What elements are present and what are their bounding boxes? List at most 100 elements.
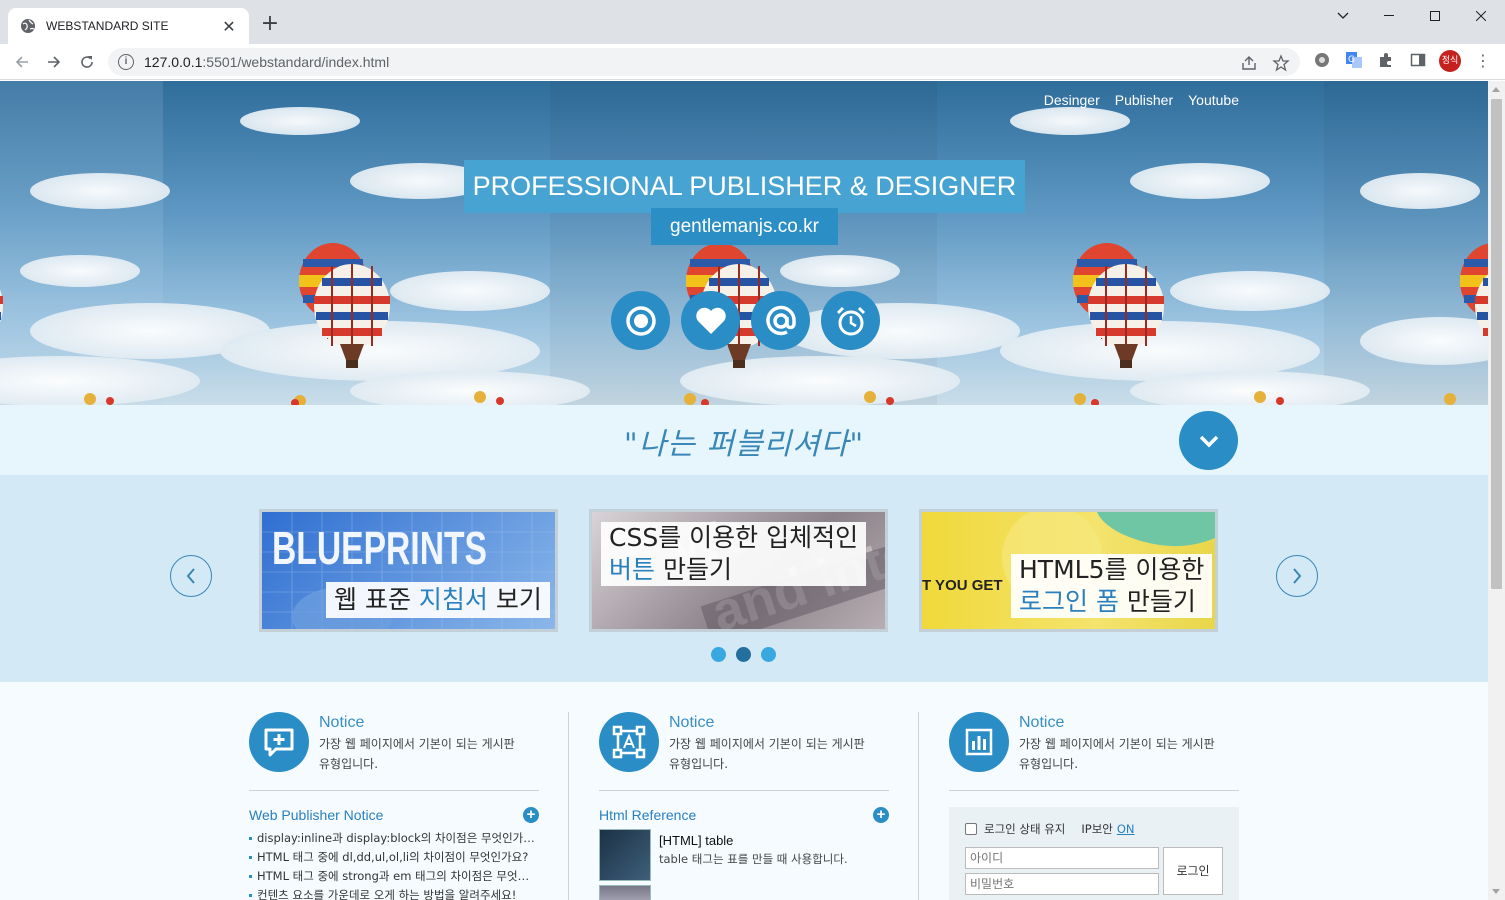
profile-avatar[interactable]: 정식	[1439, 50, 1461, 72]
tab-search-icon[interactable]	[1320, 0, 1366, 32]
list-item[interactable]: 컨텐츠 요소를 가운데로 오게 하는 방법을 알려주세요!	[249, 886, 539, 900]
reference-desc: table 태그는 표를 만들 때 사용합니다.	[659, 852, 848, 866]
browser-tabbar: WEBSTANDARD SITE ✕ +	[0, 0, 1505, 44]
bar-chart-icon	[949, 712, 1009, 772]
hero-title: PROFESSIONAL PUBLISHER & DESIGNER	[464, 160, 1025, 213]
column-desc: 가장 웹 페이지에서 기본이 되는 게시판 유형입니다.	[319, 737, 515, 771]
card-caption: HTML5를 이용한 로그인 폼 만들기	[1011, 554, 1213, 618]
reference-title: [HTML] table	[659, 833, 734, 848]
slider-dots	[711, 647, 776, 662]
list-item[interactable]: display:inline과 display:block의 차이점은 무엇인가…	[249, 829, 539, 848]
banner-slider: BLUEPRINTS 웹 표준 지침서 보기 Weand inte CSS를 이…	[0, 475, 1488, 682]
column-title: Notice	[1019, 714, 1065, 731]
back-button[interactable]	[10, 50, 34, 74]
chevron-down-icon	[1199, 435, 1218, 447]
hero-icon-row	[611, 291, 880, 350]
nav-link-youtube[interactable]: Youtube	[1188, 92, 1239, 108]
column-title: Notice	[669, 714, 715, 731]
slider-dot-active[interactable]	[736, 647, 751, 662]
column-title: Notice	[319, 714, 365, 731]
list-item[interactable]: HTML 태그 중에 dl,dd,ul,ol,li의 차이점이 무엇인가요?	[249, 848, 539, 867]
more-plus-icon[interactable]: +	[523, 807, 539, 823]
globe-icon	[21, 19, 35, 33]
section-title[interactable]: Html Reference	[599, 807, 696, 823]
card-caption: CSS를 이용한 입체적인 버튼 만들기	[601, 522, 867, 586]
bookmark-star-icon[interactable]	[1272, 54, 1290, 72]
keep-login-label: 로그인 상태 유지	[984, 822, 1066, 836]
address-bar[interactable]: i 127.0.0.1:5501/webstandard/index.html	[108, 48, 1300, 76]
ip-security-label: IP보안	[1081, 822, 1113, 836]
forward-button[interactable]	[42, 50, 66, 74]
ip-security-toggle[interactable]: ON	[1117, 822, 1135, 836]
content-area: Notice 가장 웹 페이지에서 기본이 되는 게시판 유형입니다. Web P…	[0, 682, 1488, 900]
browser-toolbar: i 127.0.0.1:5501/webstandard/index.html …	[0, 44, 1505, 80]
slider-prev-button[interactable]	[170, 555, 212, 597]
extensions-puzzle-icon[interactable]	[1376, 50, 1396, 70]
minimize-button[interactable]	[1366, 0, 1412, 32]
notice-column-3: Notice 가장 웹 페이지에서 기본이 되는 게시판 유형입니다. 로그인 상…	[949, 712, 1239, 900]
svg-text:G: G	[1348, 55, 1355, 65]
slogan-text: "나는 퍼블리셔다"	[623, 427, 865, 462]
chevron-left-icon	[186, 568, 195, 584]
more-plus-icon[interactable]: +	[873, 807, 889, 823]
chevron-right-icon	[1293, 568, 1302, 584]
heart-icon[interactable]	[681, 291, 740, 350]
new-tab-button[interactable]: +	[258, 12, 282, 36]
slogan-bar: "나는 퍼블리셔다"	[0, 405, 1488, 475]
slide-card-css-button[interactable]: Weand inte CSS를 이용한 입체적인버튼 만들기	[589, 509, 888, 632]
scroll-down-button[interactable]	[1179, 411, 1238, 470]
slider-next-button[interactable]	[1276, 555, 1318, 597]
list-item[interactable]: HTML 태그 중에 strong과 em 태그의 차이점은 무엇인가요?	[249, 867, 539, 886]
browser-tab[interactable]: WEBSTANDARD SITE ✕	[8, 8, 249, 44]
translate-icon[interactable]: G	[1344, 50, 1364, 70]
browser-menu-icon[interactable]: ⋮	[1475, 50, 1491, 72]
nav-link-designer[interactable]: Desinger	[1044, 92, 1100, 108]
notice-column-1: Notice 가장 웹 페이지에서 기본이 되는 게시판 유형입니다. Web P…	[249, 712, 539, 900]
page-viewport: Desinger Publisher Youtube PROFESSIONAL …	[0, 81, 1488, 900]
slide-card-html5-login[interactable]: T YOU GET HTML5를 이용한 로그인 폼 만들기	[919, 509, 1218, 632]
id-input[interactable]	[965, 847, 1159, 869]
nav-link-publisher[interactable]: Publisher	[1115, 92, 1173, 108]
card-brand-text: T YOU GET	[922, 577, 1003, 594]
target-icon[interactable]	[611, 291, 670, 350]
site-info-icon[interactable]: i	[118, 54, 134, 70]
alarm-icon[interactable]	[821, 291, 880, 350]
scroll-up-arrow-icon[interactable]	[1492, 87, 1500, 92]
reference-item[interactable]: [HTML] table table 태그는 표를 만들 때 사용합니다.	[599, 829, 889, 881]
maximize-button[interactable]	[1412, 0, 1458, 32]
password-input[interactable]	[965, 873, 1159, 895]
hero-banner: Desinger Publisher Youtube PROFESSIONAL …	[0, 81, 1488, 405]
reload-button[interactable]	[75, 50, 99, 74]
login-form: 로그인 상태 유지 IP보안 ON 로그인	[949, 807, 1239, 900]
extension-icon[interactable]	[1312, 50, 1332, 70]
add-comment-icon	[249, 712, 309, 772]
close-tab-icon[interactable]: ✕	[221, 17, 237, 36]
tab-title: WEBSTANDARD SITE	[46, 19, 169, 33]
column-desc: 가장 웹 페이지에서 기본이 되는 게시판 유형입니다.	[669, 737, 865, 771]
column-divider	[918, 712, 919, 900]
keep-login-checkbox[interactable]	[965, 823, 977, 835]
slider-dot[interactable]	[711, 647, 726, 662]
column-desc: 가장 웹 페이지에서 기본이 되는 게시판 유형입니다.	[1019, 737, 1215, 771]
text-frame-icon	[599, 712, 659, 772]
side-panel-icon[interactable]	[1408, 50, 1428, 70]
notice-list: display:inline과 display:block의 차이점은 무엇인가…	[249, 829, 539, 900]
notice-column-2: Notice 가장 웹 페이지에서 기본이 되는 게시판 유형입니다. Html …	[599, 712, 889, 900]
reference-thumbnail	[599, 829, 651, 881]
slide-card-blueprints[interactable]: BLUEPRINTS 웹 표준 지침서 보기	[259, 509, 558, 632]
hero-subtitle: gentlemanjs.co.kr	[651, 208, 838, 245]
close-window-button[interactable]	[1458, 0, 1504, 32]
top-nav: Desinger Publisher Youtube	[1044, 92, 1239, 108]
card-brand-text: BLUEPRINTS	[272, 522, 487, 574]
url-text: 127.0.0.1:5501/webstandard/index.html	[144, 54, 390, 70]
page-scrollbar[interactable]	[1488, 81, 1505, 900]
share-icon[interactable]	[1240, 54, 1258, 72]
scrollbar-thumb[interactable]	[1491, 99, 1502, 589]
scroll-down-arrow-icon[interactable]	[1492, 889, 1500, 894]
reference-thumbnail[interactable]	[599, 885, 651, 900]
login-button[interactable]: 로그인	[1163, 847, 1223, 895]
at-icon[interactable]	[751, 291, 810, 350]
slider-dot[interactable]	[761, 647, 776, 662]
section-title[interactable]: Web Publisher Notice	[249, 807, 383, 823]
column-divider	[568, 712, 569, 900]
